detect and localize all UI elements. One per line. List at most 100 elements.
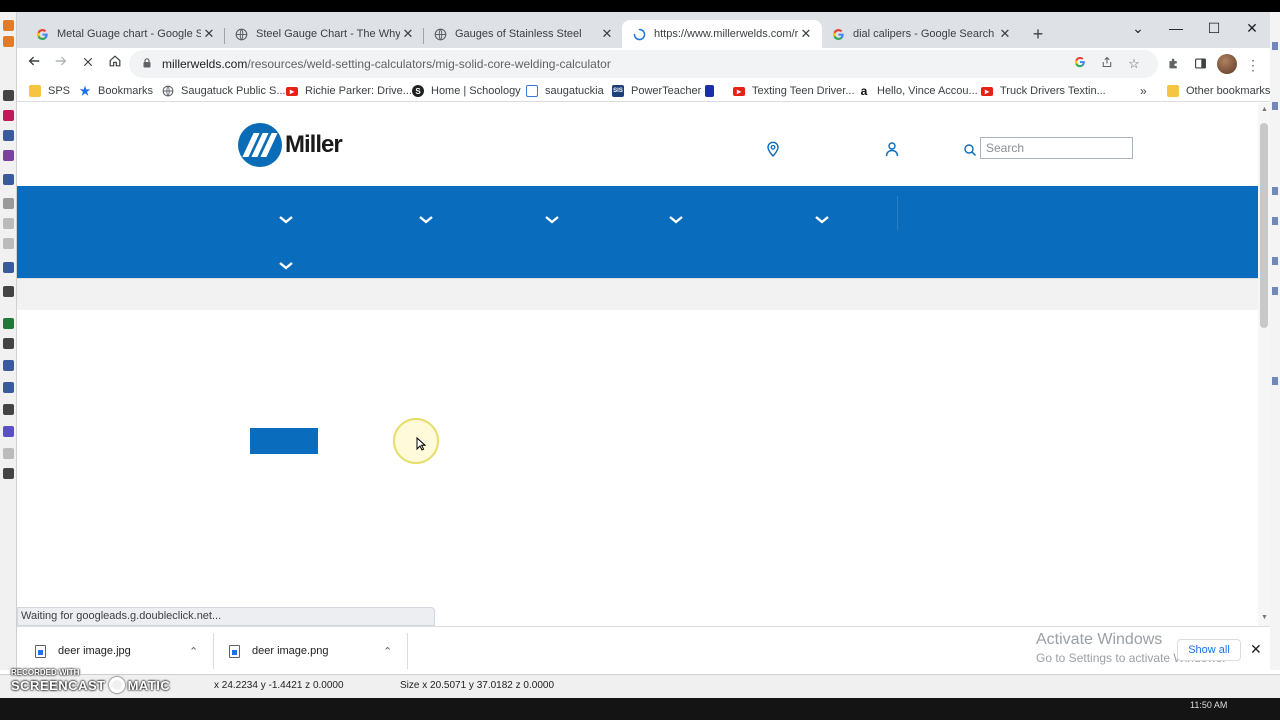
chevron-down-icon[interactable] bbox=[278, 215, 294, 225]
side-panel-icon[interactable] bbox=[1191, 56, 1209, 74]
location-pin-icon[interactable] bbox=[766, 141, 780, 157]
tool-icon[interactable] bbox=[1272, 287, 1278, 295]
chevron-up-icon[interactable]: ⌃ bbox=[383, 645, 392, 658]
grid-icon bbox=[526, 85, 538, 97]
star-bookmark-icon[interactable]: ☆ bbox=[1125, 55, 1143, 73]
bookmark-saugatuckia[interactable]: saugatuckia bbox=[526, 83, 604, 99]
tool-icon[interactable] bbox=[3, 382, 14, 393]
user-account-icon[interactable] bbox=[885, 141, 899, 157]
tab-gauges-stainless-steel[interactable]: Gauges of Stainless Steel ✕ bbox=[423, 20, 623, 48]
forward-arrow-icon[interactable] bbox=[49, 52, 73, 76]
mouse-cursor-icon bbox=[416, 437, 426, 451]
tool-icon[interactable] bbox=[3, 426, 14, 437]
download-item[interactable]: deer image.png bbox=[229, 633, 328, 669]
tool-icon[interactable] bbox=[3, 198, 14, 209]
miller-logo[interactable]: Miller bbox=[238, 123, 343, 167]
window-close-icon[interactable]: ✕ bbox=[1240, 18, 1264, 38]
tool-icon[interactable] bbox=[3, 238, 14, 249]
tool-icon[interactable] bbox=[3, 20, 14, 31]
tool-icon[interactable] bbox=[3, 448, 14, 459]
close-icon[interactable]: ✕ bbox=[798, 26, 814, 42]
bookmark-hello-vince[interactable]: a Hello, Vince Accou... bbox=[858, 83, 978, 99]
chevron-down-icon[interactable] bbox=[668, 215, 684, 225]
tray-clock[interactable]: 11:50 AM bbox=[1190, 700, 1227, 710]
page-scrollbar[interactable]: ▲ ▼ bbox=[1258, 103, 1270, 626]
address-bar[interactable]: millerwelds.com/resources/weld-setting-c… bbox=[129, 50, 1158, 78]
tool-icon[interactable] bbox=[3, 262, 14, 273]
chevron-down-icon[interactable] bbox=[418, 215, 434, 225]
scrollbar-thumb[interactable] bbox=[1260, 123, 1268, 328]
download-shelf: deer image.jpg ⌃ deer image.png ⌃ Activa… bbox=[17, 626, 1270, 674]
google-icon bbox=[35, 27, 49, 41]
close-icon[interactable]: ✕ bbox=[997, 26, 1013, 42]
tool-icon[interactable] bbox=[3, 130, 14, 141]
bookmark-other-bookmarks[interactable]: Other bookmarks bbox=[1167, 83, 1270, 99]
tool-icon[interactable] bbox=[3, 90, 14, 101]
bookmark-saugatuck-public[interactable]: Saugatuck Public S... bbox=[162, 83, 286, 99]
google-icon bbox=[831, 27, 845, 41]
home-icon[interactable] bbox=[103, 52, 127, 76]
new-tab-plus-icon[interactable]: + bbox=[1029, 25, 1047, 43]
bookmark-unlabeled[interactable] bbox=[705, 83, 721, 99]
tool-icon[interactable] bbox=[3, 174, 14, 185]
bookmark-texting-teen-driver[interactable]: ▸ Texting Teen Driver... bbox=[733, 83, 855, 99]
tool-icon[interactable] bbox=[1272, 102, 1278, 110]
chevron-down-icon[interactable] bbox=[278, 261, 294, 271]
bookmark-schoology[interactable]: S Home | Schoology bbox=[412, 83, 521, 99]
scroll-up-icon[interactable]: ▲ bbox=[1261, 106, 1268, 113]
tool-icon[interactable] bbox=[1272, 377, 1278, 385]
bookmark-sps[interactable]: SPS bbox=[29, 83, 70, 99]
scroll-down-icon[interactable]: ▼ bbox=[1261, 614, 1268, 621]
tool-icon[interactable] bbox=[3, 468, 14, 479]
bookmarks-overflow-chevron-icon[interactable]: » bbox=[1140, 83, 1147, 99]
search-icon[interactable] bbox=[963, 142, 977, 158]
bookmarks-bar: SPS ★ Bookmarks Saugatuck Public S... ▸ … bbox=[17, 80, 1270, 102]
close-icon[interactable]: ✕ bbox=[201, 26, 217, 42]
google-translate-icon[interactable] bbox=[1071, 55, 1089, 73]
show-all-button[interactable]: Show all bbox=[1177, 639, 1241, 661]
share-icon[interactable] bbox=[1098, 55, 1116, 73]
tool-icon[interactable] bbox=[1272, 42, 1278, 50]
tool-icon[interactable] bbox=[3, 110, 14, 121]
close-icon[interactable]: ✕ bbox=[1250, 641, 1262, 658]
chevron-down-icon[interactable] bbox=[544, 215, 560, 225]
stop-loading-icon[interactable] bbox=[76, 52, 100, 76]
tool-icon[interactable] bbox=[1272, 187, 1278, 195]
kebab-menu-icon[interactable]: ⋮ bbox=[1244, 56, 1262, 74]
tool-icon[interactable] bbox=[3, 36, 14, 47]
tab-metal-gauge-chart[interactable]: Metal Guage chart - Google Search ✕ bbox=[25, 20, 225, 48]
tab-millerwelds[interactable]: https://www.millerwelds.com/resources ✕ bbox=[622, 20, 822, 48]
profile-avatar[interactable] bbox=[1217, 54, 1237, 74]
tool-icon[interactable] bbox=[3, 286, 14, 297]
chevron-down-icon[interactable] bbox=[814, 215, 830, 225]
back-arrow-icon[interactable] bbox=[22, 52, 46, 76]
tab-steel-gauge-chart[interactable]: Steel Gauge Chart - The Why and ✕ bbox=[224, 20, 424, 48]
close-icon[interactable]: ✕ bbox=[599, 26, 615, 42]
tool-icon[interactable] bbox=[3, 318, 14, 329]
download-item[interactable]: deer image.jpg bbox=[35, 633, 131, 669]
tool-icon[interactable] bbox=[3, 338, 14, 349]
lock-icon[interactable] bbox=[143, 58, 151, 68]
minimize-icon[interactable]: — bbox=[1164, 18, 1188, 38]
bookmark-truck-drivers[interactable]: ▸ Truck Drivers Textin... bbox=[981, 83, 1106, 99]
tool-icon[interactable] bbox=[3, 404, 14, 415]
tab-dial-calipers[interactable]: dial calipers - Google Search ✕ bbox=[821, 20, 1021, 48]
bookmark-richie-parker[interactable]: ▸ Richie Parker: Drive... bbox=[286, 83, 412, 99]
chevron-up-icon[interactable]: ⌃ bbox=[189, 645, 198, 658]
calculator-button[interactable] bbox=[250, 428, 318, 454]
youtube-icon: ▸ bbox=[981, 86, 993, 96]
close-icon[interactable]: ✕ bbox=[400, 26, 416, 42]
miller-logo-mark bbox=[238, 123, 282, 167]
maximize-icon[interactable]: ☐ bbox=[1202, 18, 1226, 38]
bookmark-bookmarks[interactable]: ★ Bookmarks bbox=[79, 83, 153, 99]
tool-icon[interactable] bbox=[1272, 257, 1278, 265]
bookmark-powerteacher[interactable]: SIS PowerTeacher bbox=[612, 83, 701, 99]
site-search-input[interactable] bbox=[980, 137, 1133, 159]
tool-icon[interactable] bbox=[3, 218, 14, 229]
extensions-puzzle-icon[interactable] bbox=[1164, 56, 1182, 74]
bookmark-label: Saugatuck Public S... bbox=[181, 85, 286, 97]
tab-search-chevron-icon[interactable]: ⌄ bbox=[1126, 18, 1150, 38]
tool-icon[interactable] bbox=[1272, 217, 1278, 225]
tool-icon[interactable] bbox=[3, 360, 14, 371]
tool-icon[interactable] bbox=[3, 150, 14, 161]
